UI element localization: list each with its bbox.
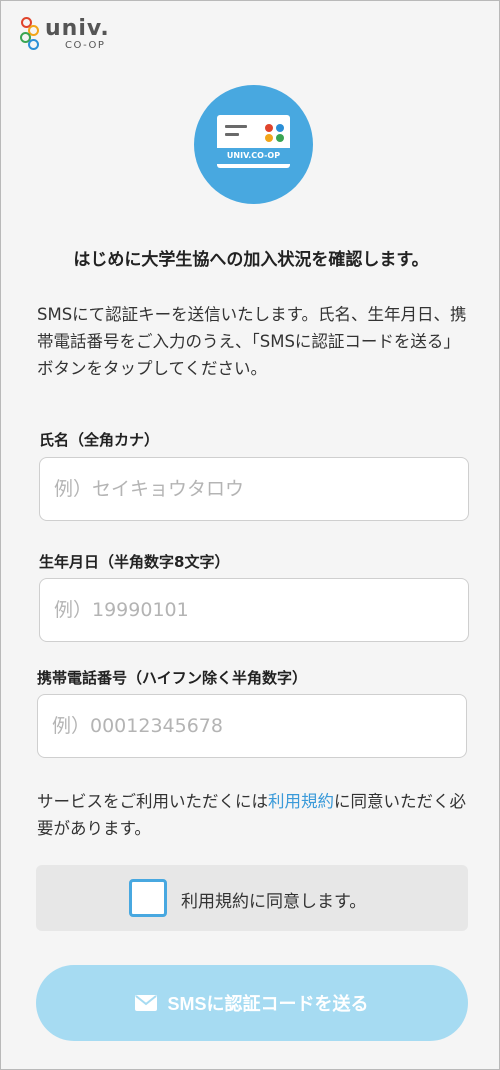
terms-notice-prefix: サービスをご利用いただくには (37, 792, 268, 811)
name-input[interactable] (39, 457, 469, 521)
name-label: 氏名（全角カナ） (39, 431, 160, 449)
agree-terms-row[interactable]: 利用規約に同意します。 (36, 865, 468, 931)
univ-coop-logo: univ. CO-OP (19, 15, 119, 55)
logo-subtext: CO-OP (65, 40, 106, 51)
send-sms-code-button[interactable]: SMSに認証コードを送る (36, 965, 468, 1041)
card-caption: UNIV.CO-OP (217, 148, 290, 164)
birthdate-label: 生年月日（半角数字8文字） (39, 553, 230, 571)
page-title: はじめに大学生協への加入状況を確認します。 (73, 250, 429, 270)
birthdate-input[interactable] (39, 578, 469, 642)
agree-checkbox[interactable] (129, 879, 167, 917)
send-button-label: SMSに認証コードを送る (167, 994, 369, 1014)
logo-wordmark: univ. (45, 16, 110, 41)
instructions-text: SMSにて認証キーを送信いたします。氏名、生年月日、携帯電話番号をご入力のうえ、… (37, 305, 467, 378)
coop-rings-icon (19, 15, 43, 51)
membership-card-illustration: UNIV.CO-OP (194, 85, 313, 204)
app-frame: univ. CO-OP UNIV.CO-OP はじめに大学生協への加入状況を確認… (0, 0, 500, 1070)
membership-card-icon: UNIV.CO-OP (217, 115, 290, 168)
agree-label: 利用規約に同意します。 (181, 892, 367, 912)
phone-label: 携帯電話番号（ハイフン除く半角数字） (37, 669, 308, 687)
phone-input[interactable] (37, 694, 467, 758)
terms-link[interactable]: 利用規約 (268, 792, 334, 811)
mail-icon (135, 995, 158, 1011)
terms-notice: サービスをご利用いただくには利用規約に同意いただく必要があります。 (37, 788, 467, 842)
